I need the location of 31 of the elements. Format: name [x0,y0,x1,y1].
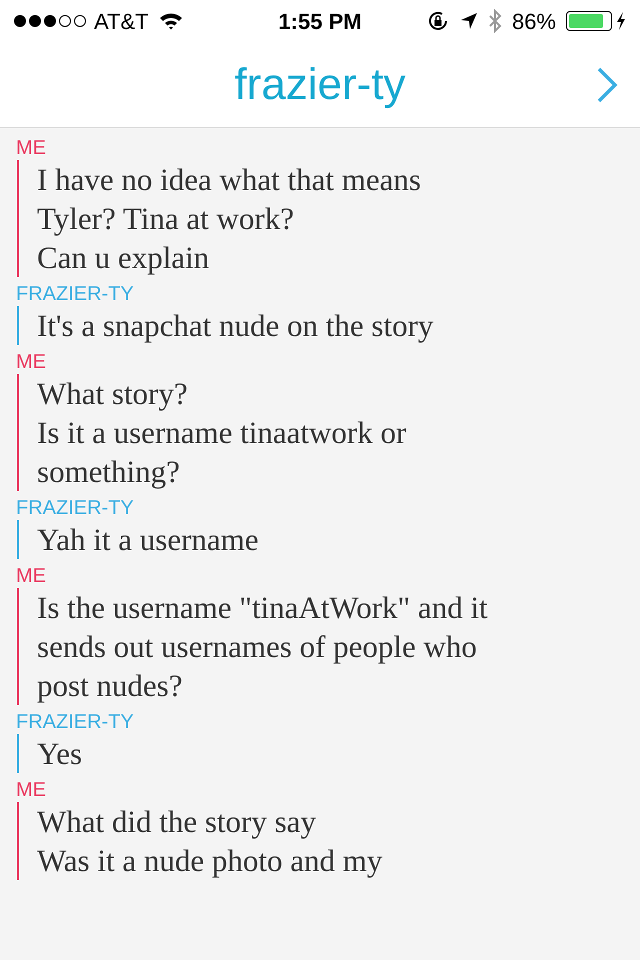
sender-label: ME [15,564,47,588]
message-line: Can u explain [37,239,210,277]
message-line: Yes [37,735,84,773]
clock: 1:55 PM [278,8,362,36]
message-line: Tyler? Tina at work? [37,200,295,238]
sender-label: ME [15,778,47,802]
sender-label: FRAZIER-TY [15,710,135,734]
location-icon [460,12,478,30]
message-line: Is it a username tinaatwork or [37,414,408,452]
wifi-icon [158,12,183,30]
sender-label: ME [15,136,47,160]
message-line: I have no idea what that means [37,161,422,199]
battery-percentage: 86% [512,8,556,36]
sender-label: FRAZIER-TY [15,282,135,306]
battery-icon [566,11,626,31]
message-line: Yah it a username [37,521,260,559]
message-line: It's a snapchat nude on the story [37,307,434,345]
carrier: AT&T [94,8,149,36]
sender-label: FRAZIER-TY [15,496,135,520]
conversation-title: frazier-ty [234,58,406,110]
chevron-right-icon[interactable] [596,66,618,102]
message-line: Is the username "tinaAtWork" and it [37,589,489,627]
message-line: something? [37,453,181,491]
bluetooth-icon [488,9,502,33]
signal-icon [14,15,86,27]
message-line: sends out usernames of people who [37,628,478,666]
message-line: post nudes? [37,667,184,705]
message-line: Was it a nude photo and my [37,842,384,880]
message-line: What story? [37,375,189,413]
message-line: What did the story say [37,803,317,841]
sender-label: ME [15,350,47,374]
